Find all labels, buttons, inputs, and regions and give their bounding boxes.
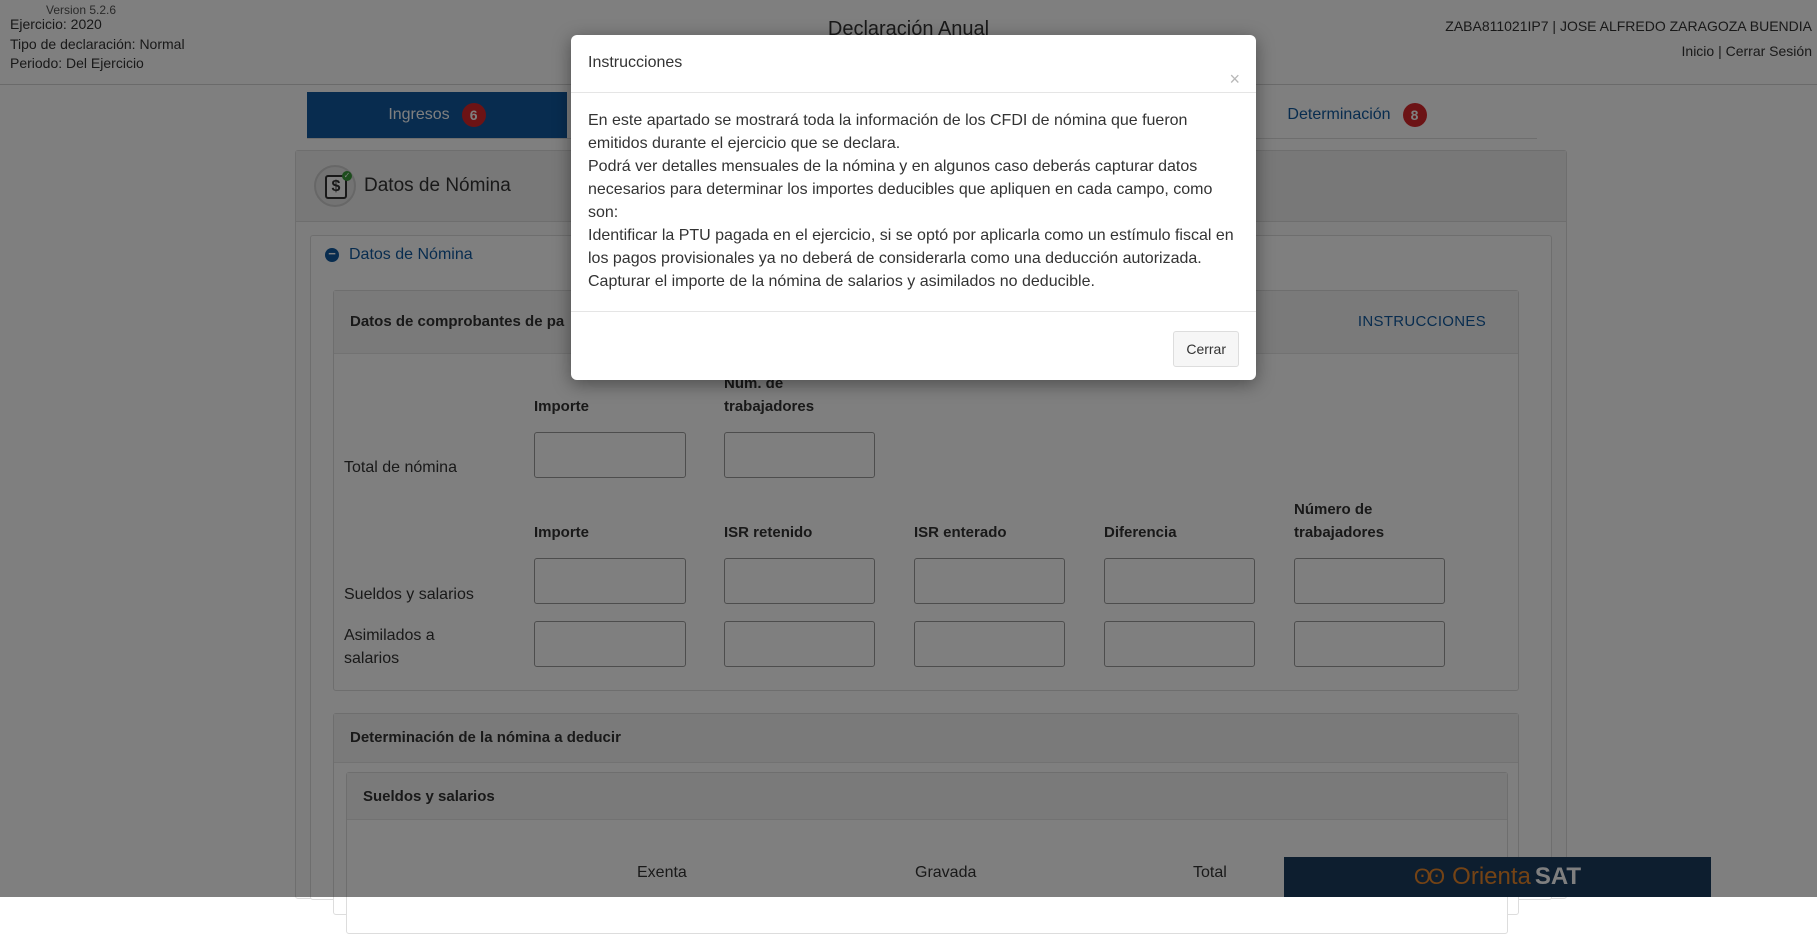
modal-paragraph: En este apartado se mostrará toda la inf… bbox=[588, 112, 1188, 152]
instructions-modal: Instrucciones × En este apartado se most… bbox=[571, 35, 1256, 380]
modal-header: Instrucciones × bbox=[571, 35, 1256, 93]
modal-title: Instrucciones bbox=[588, 54, 683, 71]
modal-footer: Cerrar bbox=[571, 311, 1256, 381]
modal-body: En este apartado se mostrará toda la inf… bbox=[588, 109, 1243, 293]
modal-paragraph: Capturar el importe de la nómina de sala… bbox=[588, 273, 1095, 290]
modal-paragraph: Identificar la PTU pagada en el ejercici… bbox=[588, 227, 1234, 267]
close-icon[interactable]: × bbox=[1229, 70, 1240, 88]
modal-paragraph: Podrá ver detalles mensuales de la nómin… bbox=[588, 158, 1213, 221]
cerrar-button[interactable]: Cerrar bbox=[1173, 331, 1239, 367]
